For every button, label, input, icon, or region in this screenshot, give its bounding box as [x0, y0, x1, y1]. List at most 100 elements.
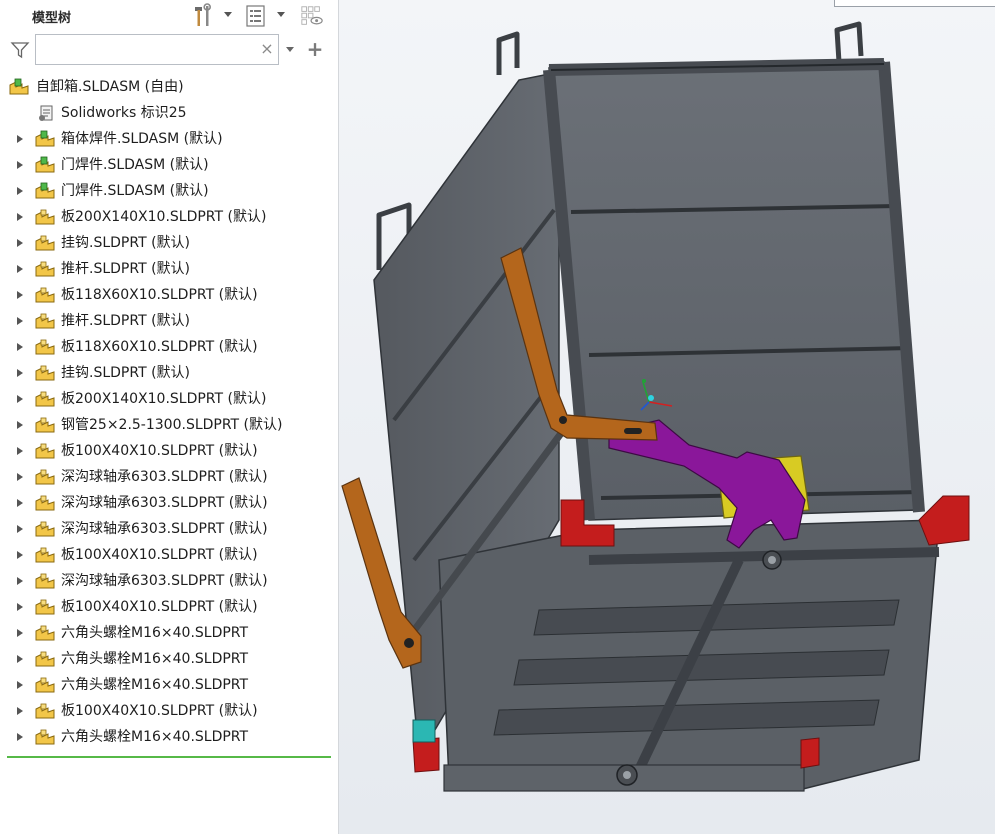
tree-root-item[interactable]: 自卸箱.SLDASM (自由): [0, 74, 338, 100]
expand-arrow-icon[interactable]: [17, 291, 23, 299]
expand-arrow-icon[interactable]: [17, 213, 23, 221]
tree-item[interactable]: Solidworks 标识25: [0, 100, 338, 126]
expand-arrow-icon[interactable]: [17, 733, 23, 741]
expand-arrow-icon[interactable]: [17, 369, 23, 377]
tree-list-icon[interactable]: [244, 3, 268, 29]
part-icon: [35, 651, 55, 667]
expand-arrow-icon[interactable]: [17, 525, 23, 533]
tree-item[interactable]: 门焊件.SLDASM (默认): [0, 152, 338, 178]
part-icon: [35, 469, 55, 485]
assembly-icon: [9, 78, 29, 95]
clear-search-icon[interactable]: ×: [259, 40, 275, 58]
tree-item-label: 深沟球轴承6303.SLDPRT (默认): [61, 573, 268, 589]
tree-item[interactable]: 深沟球轴承6303.SLDPRT (默认): [0, 490, 338, 516]
tree-item[interactable]: 挂钩.SLDPRT (默认): [0, 360, 338, 386]
tree-item[interactable]: 板100X40X10.SLDPRT (默认): [0, 698, 338, 724]
tree-item-label: 钢管25×2.5-1300.SLDPRT (默认): [61, 417, 283, 433]
part-icon: [35, 729, 55, 745]
tree-item[interactable]: 板118X60X10.SLDPRT (默认): [0, 282, 338, 308]
show-hide-icon[interactable]: [300, 3, 324, 29]
expand-arrow-icon[interactable]: [17, 603, 23, 611]
tree-item-label: 六角头螺栓M16×40.SLDPRT: [61, 651, 249, 667]
tree-item[interactable]: 板118X60X10.SLDPRT (默认): [0, 334, 338, 360]
tree-item[interactable]: 门焊件.SLDASM (默认): [0, 178, 338, 204]
expand-arrow-icon[interactable]: [17, 655, 23, 663]
part-icon: [35, 599, 55, 615]
expand-arrow-icon[interactable]: [17, 577, 23, 585]
tools-caret-icon[interactable]: [224, 12, 232, 17]
expand-arrow-icon[interactable]: [17, 421, 23, 429]
part-icon: [35, 261, 55, 277]
expand-arrow-icon[interactable]: [17, 239, 23, 247]
tree-item[interactable]: 推杆.SLDPRT (默认): [0, 256, 338, 282]
expand-arrow-icon[interactable]: [17, 629, 23, 637]
tree-item[interactable]: 推杆.SLDPRT (默认): [0, 308, 338, 334]
tree-item-label: 六角头螺栓M16×40.SLDPRT: [61, 677, 249, 693]
expand-arrow-icon[interactable]: [17, 343, 23, 351]
tree-item[interactable]: 六角头螺栓M16×40.SLDPRT: [0, 672, 338, 698]
tree-item[interactable]: 深沟球轴承6303.SLDPRT (默认): [0, 464, 338, 490]
tree-item-label: 挂钩.SLDPRT (默认): [61, 235, 190, 251]
part-icon: [35, 287, 55, 303]
tree-item-label: 板118X60X10.SLDPRT (默认): [61, 339, 258, 355]
expand-arrow-icon[interactable]: [17, 499, 23, 507]
part-icon: [35, 339, 55, 355]
tree-item-label: 自卸箱.SLDASM (自由): [36, 79, 184, 95]
add-button[interactable]: +: [305, 38, 325, 60]
filter-icon[interactable]: [10, 40, 30, 60]
chassis-slats: [493, 599, 900, 736]
expand-arrow-icon[interactable]: [17, 317, 23, 325]
expand-arrow-icon[interactable]: [17, 447, 23, 455]
part-icon: [35, 209, 55, 225]
tree-item[interactable]: 板100X40X10.SLDPRT (默认): [0, 542, 338, 568]
part-icon: [35, 391, 55, 407]
hammer-wrench-icon[interactable]: [192, 3, 216, 29]
tree-item[interactable]: 板100X40X10.SLDPRT (默认): [0, 438, 338, 464]
tree-item[interactable]: 板200X140X10.SLDPRT (默认): [0, 204, 338, 230]
part-icon: [35, 547, 55, 563]
tree-item-label: 推杆.SLDPRT (默认): [61, 261, 190, 277]
expand-arrow-icon[interactable]: [17, 135, 23, 143]
tree-item-label: 箱体焊件.SLDASM (默认): [61, 131, 223, 147]
tree-item[interactable]: 深沟球轴承6303.SLDPRT (默认): [0, 516, 338, 542]
teal-block: [412, 719, 436, 743]
expand-arrow-icon[interactable]: [17, 395, 23, 403]
part-icon: [35, 443, 55, 459]
graphics-viewport[interactable]: [339, 0, 995, 834]
part-icon: [35, 625, 55, 641]
expand-arrow-icon[interactable]: [17, 265, 23, 273]
tree-item[interactable]: 六角头螺栓M16×40.SLDPRT: [0, 724, 338, 750]
tree-item-label: 深沟球轴承6303.SLDPRT (默认): [61, 495, 268, 511]
dump-box-3d-model[interactable]: [339, 0, 995, 834]
tree-item-label: 门焊件.SLDASM (默认): [61, 157, 209, 173]
tree-item-label: 板118X60X10.SLDPRT (默认): [61, 287, 258, 303]
tree-item[interactable]: 钢管25×2.5-1300.SLDPRT (默认): [0, 412, 338, 438]
expand-arrow-icon[interactable]: [17, 681, 23, 689]
tree-item[interactable]: 板100X40X10.SLDPRT (默认): [0, 594, 338, 620]
tree-end-divider: [7, 756, 331, 758]
expand-arrow-icon[interactable]: [17, 473, 23, 481]
tree-item[interactable]: 深沟球轴承6303.SLDPRT (默认): [0, 568, 338, 594]
assembly-icon: [35, 156, 55, 173]
part-icon: [35, 495, 55, 511]
tree-item[interactable]: 箱体焊件.SLDASM (默认): [0, 126, 338, 152]
panel-title: 模型树: [32, 11, 72, 26]
part-icon: [35, 573, 55, 589]
tree-item[interactable]: 六角头螺栓M16×40.SLDPRT: [0, 620, 338, 646]
tree-item[interactable]: 挂钩.SLDPRT (默认): [0, 230, 338, 256]
tree-item-label: 深沟球轴承6303.SLDPRT (默认): [61, 521, 268, 537]
tree-item[interactable]: 板200X140X10.SLDPRT (默认): [0, 386, 338, 412]
expand-arrow-icon[interactable]: [17, 551, 23, 559]
model-tree-panel: 模型树 × + 自卸箱.SLDASM (自由) Solidworks 标识25 箱体…: [0, 0, 339, 834]
tree-item-label: 挂钩.SLDPRT (默认): [61, 365, 190, 381]
expand-arrow-icon[interactable]: [17, 707, 23, 715]
expand-arrow-icon[interactable]: [17, 161, 23, 169]
tree-item-label: Solidworks 标识25: [61, 105, 187, 121]
tree-item-label: 板100X40X10.SLDPRT (默认): [61, 703, 258, 719]
search-input[interactable]: [35, 34, 279, 65]
search-options-caret-icon[interactable]: [286, 47, 294, 52]
expand-arrow-icon[interactable]: [17, 187, 23, 195]
list-caret-icon[interactable]: [277, 12, 285, 17]
annotation-icon: [39, 105, 53, 121]
tree-item[interactable]: 六角头螺栓M16×40.SLDPRT: [0, 646, 338, 672]
